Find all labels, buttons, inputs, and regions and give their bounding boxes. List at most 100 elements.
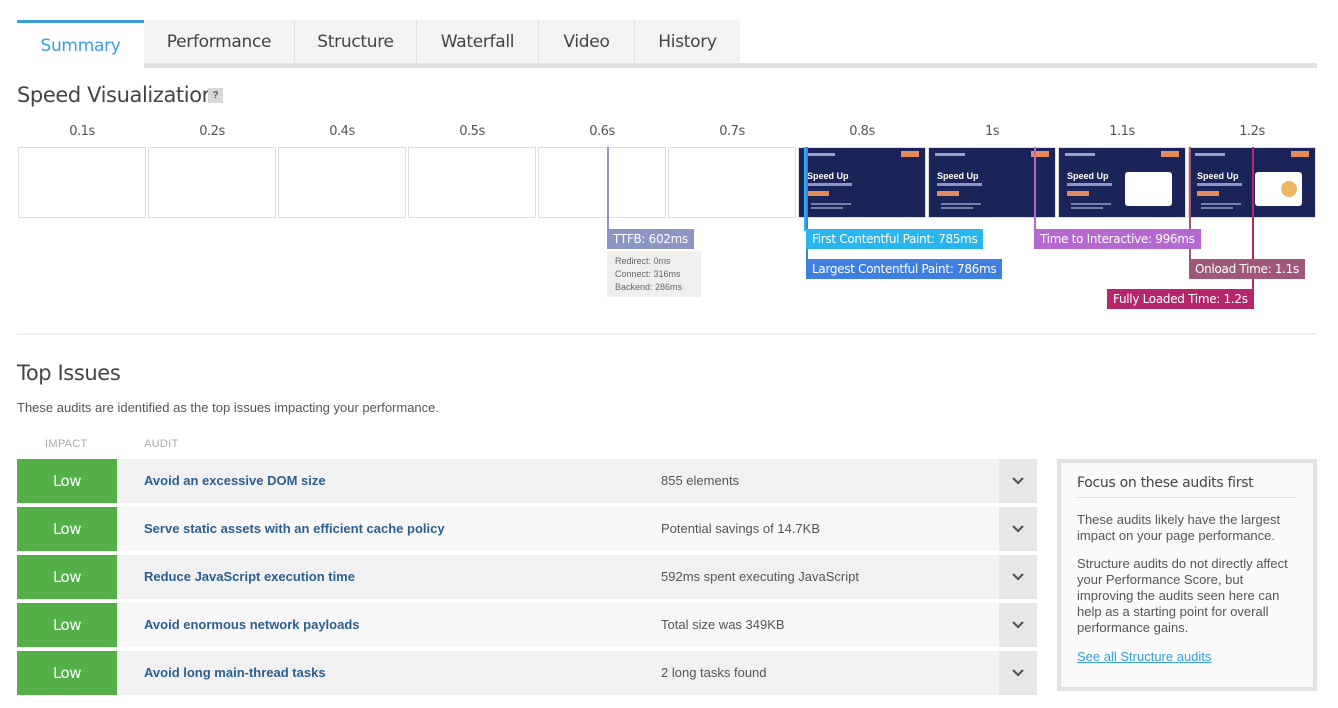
audit-value: 592ms spent executing JavaScript [661,569,859,584]
onload-label: Onload Time: 1.1s [1189,259,1305,279]
expand-button[interactable] [999,603,1037,647]
issue-row[interactable]: Low Reduce JavaScript execution time 592ms… [17,555,1037,599]
filmstrip-frame[interactable] [148,147,276,218]
page-cta [1291,151,1309,157]
audit-value: 2 long tasks found [661,665,767,680]
frame-time-label: 0.7s [719,124,745,139]
issue-row[interactable]: Low Avoid an excessive DOM size 855 elemen… [17,459,1037,503]
tab-summary[interactable]: Summary [17,20,144,68]
expand-button[interactable] [999,651,1037,695]
ttfb-backend: Backend: 286ms [615,282,683,292]
impact-badge: Low [17,603,117,647]
filmstrip-frame[interactable] [408,147,536,218]
page-button [937,191,959,196]
page-heading: Speed Up [807,171,849,181]
fully-loaded-label: Fully Loaded Time: 1.2s [1107,289,1254,309]
filmstrip-frame[interactable]: Speed Up [1058,147,1186,218]
page-nav [1065,153,1095,156]
impact-badge: Low [17,459,117,503]
frame-time-label: 0.5s [459,124,485,139]
filmstrip-frame[interactable] [278,147,406,218]
frame-time-label: 1s [984,124,1000,139]
ttfb-breakdown: Redirect: 0ms Connect: 316ms Backend: 28… [607,251,701,297]
page-illustration [1281,181,1297,197]
page-text-line [811,203,851,205]
top-issues-title: Top Issues [17,361,121,385]
impact-badge: Low [17,651,117,695]
top-issues-description: These audits are identified as the top i… [17,400,440,415]
ttfb-label: TTFB: 602ms [607,229,694,249]
chevron-down-icon [1012,525,1024,533]
expand-button[interactable] [999,459,1037,503]
section-divider [17,333,1317,335]
audit-column-header: AUDIT [144,438,179,450]
audit-value: Potential savings of 14.7KB [661,521,820,536]
help-icon[interactable]: ? [208,88,223,103]
page-cta [901,151,919,157]
page-button [1067,191,1089,196]
issue-row[interactable]: Low Avoid enormous network payloads Total … [17,603,1037,647]
filmstrip-frame[interactable]: Speed Up [798,147,926,218]
tab-performance[interactable]: Performance [144,20,295,63]
page-button [807,191,829,196]
page-text-line [1201,203,1241,205]
chevron-down-icon [1012,669,1024,677]
tab-waterfall[interactable]: Waterfall [417,20,539,63]
tab-rail [144,63,1317,68]
focus-paragraph-2: Structure audits do not directly affect … [1077,556,1288,635]
issue-row[interactable]: Low Serve static assets with an efficient… [17,507,1037,551]
tti-marker-line [1034,147,1036,231]
tab-video[interactable]: Video [539,20,635,63]
impact-badge: Low [17,555,117,599]
focus-title: Focus on these audits first [1077,475,1297,498]
audit-title[interactable]: Avoid enormous network payloads [144,603,360,647]
tab-history[interactable]: History [635,20,740,63]
frame-time-label: 1.2s [1239,124,1265,139]
frame-time-label: 0.1s [69,124,95,139]
expand-button[interactable] [999,507,1037,551]
page-card [1125,172,1172,206]
audit-title[interactable]: Serve static assets with an efficient ca… [144,507,445,551]
issue-row[interactable]: Low Avoid long main-thread tasks 2 long ta… [17,651,1037,695]
ttfb-redirect: Redirect: 0ms [615,256,671,266]
tab-structure[interactable]: Structure [295,20,417,63]
frame-time-label: 1.1s [1109,124,1135,139]
focus-panel: Focus on these audits first These audits… [1057,459,1317,691]
page-heading: Speed Up [937,171,979,181]
page-subtitle [937,183,982,186]
tab-bar: Summary Performance Structure Waterfall … [17,20,1317,68]
impact-column-header: IMPACT [45,438,88,450]
frame-time-label: 0.6s [589,124,615,139]
page-subtitle [807,183,852,186]
filmstrip-frame[interactable] [18,147,146,218]
page-nav [935,153,965,156]
filmstrip-frame[interactable] [538,147,666,218]
page-text-line [811,207,843,209]
filmstrip-frame[interactable]: Speed Up [928,147,1056,218]
page-text-line [941,207,973,209]
page-nav [805,153,835,156]
page-cta [1161,151,1179,157]
fcp-marker-line [804,147,806,231]
page-nav [1195,153,1225,156]
ttfb-marker-line [607,147,609,231]
audit-title[interactable]: Avoid an excessive DOM size [144,459,326,503]
frame-time-label: 0.4s [329,124,355,139]
speed-visualization-title: Speed Visualization [17,83,215,107]
frame-time-label: 0.8s [849,124,875,139]
audit-value: 855 elements [661,473,740,488]
tti-label: Time to Interactive: 996ms [1034,229,1201,249]
audit-title[interactable]: Reduce JavaScript execution time [144,555,355,599]
frame-time-label: 0.2s [199,124,225,139]
lcp-label: Largest Contentful Paint: 786ms [806,259,1003,279]
audit-value: Total size was 349KB [661,617,785,632]
expand-button[interactable] [999,555,1037,599]
page-heading: Speed Up [1067,171,1109,181]
chevron-down-icon [1012,477,1024,485]
audit-title[interactable]: Avoid long main-thread tasks [144,651,326,695]
page-heading: Speed Up [1197,171,1239,181]
focus-paragraph-1: These audits likely have the largest imp… [1077,512,1281,543]
see-all-structure-audits-link[interactable]: See all Structure audits [1077,649,1211,664]
chevron-down-icon [1012,573,1024,581]
filmstrip-frame[interactable] [668,147,796,218]
